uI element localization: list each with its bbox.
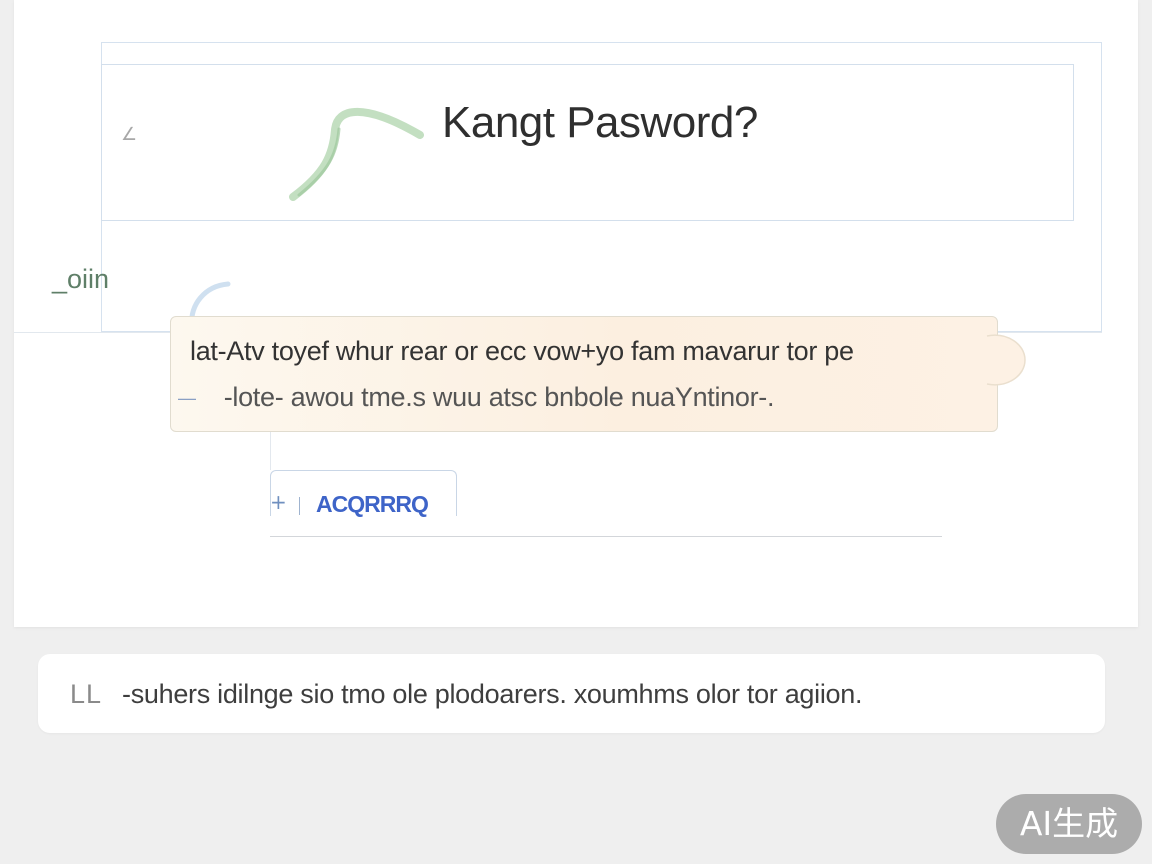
footer-note-icon: LL: [70, 679, 103, 709]
footer-note-text: -suhers idilnge sio tmo ole plodoarers. …: [122, 679, 863, 709]
login-link[interactable]: _oiin: [52, 264, 109, 295]
tooltip-bubble: [170, 316, 998, 432]
swoosh-decoration-icon: [289, 108, 424, 201]
plus-icon[interactable]: +: [270, 490, 287, 514]
back-arrow-icon[interactable]: ∠: [121, 124, 137, 145]
tooltip-text-line-1: lat-Atv toyef whur rear or ecc vow+yo fa…: [190, 336, 854, 366]
tooltip-text-line-2-content: -lote- awou tme.s wuu atsc bnbole nuaYnt…: [223, 382, 775, 412]
page-title: Kangt Pasword?: [442, 98, 758, 147]
tooltip-text-line-2: — -lote- awou tme.s wuu atsc bnbole nuaYn…: [178, 382, 775, 413]
field-underline: [270, 536, 942, 537]
ai-generated-watermark: AI生成: [996, 794, 1142, 854]
code-input-value[interactable]: ACQRRRQ: [316, 491, 429, 518]
tooltip-dash-icon: —: [178, 388, 196, 409]
tooltip-edge-nub-icon: [986, 334, 1026, 386]
connector-line: [270, 432, 271, 470]
text-caret: [299, 497, 300, 515]
